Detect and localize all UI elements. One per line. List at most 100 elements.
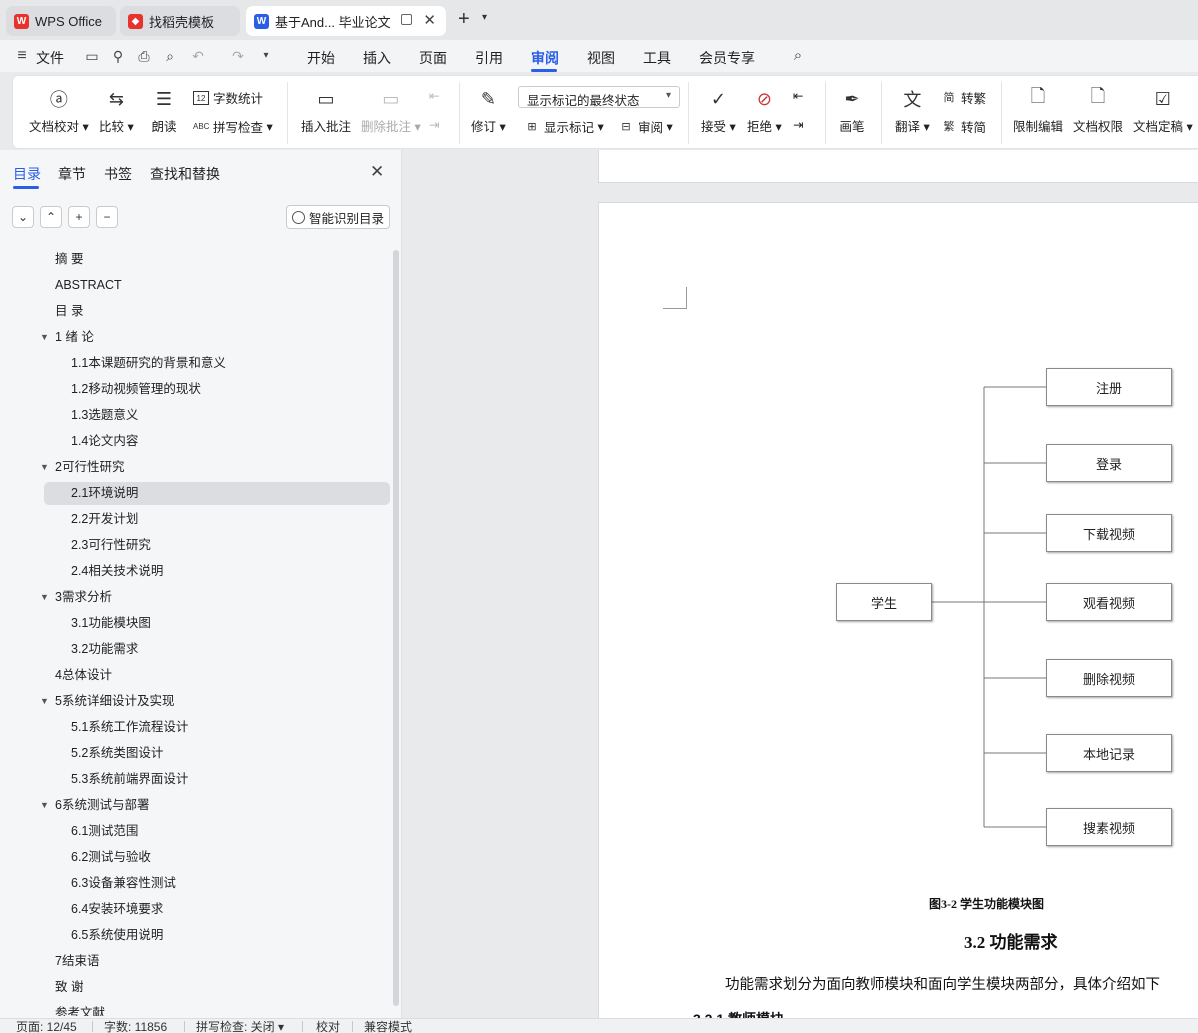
show-marks-button[interactable]: ⊞ 显示标记 ▾ — [524, 117, 603, 136]
toc-item[interactable]: 2.1环境说明 — [44, 482, 390, 505]
toc-item[interactable]: ▼ 3需求分析 — [40, 586, 390, 609]
toc-item[interactable]: 6.5系统使用说明 — [44, 924, 390, 947]
toc-item[interactable]: 3.2功能需求 — [44, 638, 390, 661]
menu-file[interactable]: 文件 — [36, 48, 64, 68]
insert-comment-button[interactable]: ▭ 插入批注 — [301, 86, 351, 135]
proofread-status[interactable]: 校对 — [316, 1020, 340, 1033]
tab-template[interactable]: ◆ 找稻壳模板 — [120, 6, 240, 36]
toc-item[interactable]: 1.4论文内容 — [44, 430, 390, 453]
tab-wps-office[interactable]: W WPS Office — [6, 6, 116, 36]
toc-item[interactable]: 7结束语 — [44, 950, 390, 973]
toc-item[interactable]: 2.3可行性研究 — [44, 534, 390, 557]
smart-toc-button[interactable]: 智能识别目录 — [286, 205, 390, 229]
toc-item[interactable]: 6.3设备兼容性测试 — [44, 872, 390, 895]
new-tab-plus-icon[interactable]: + — [458, 8, 470, 31]
print-preview-icon[interactable]: ⌕ — [162, 48, 178, 64]
to-simplified-button[interactable]: 繁 转简 — [941, 117, 987, 136]
toc-item[interactable]: 参考文献 — [44, 1002, 390, 1016]
expand-arrow-icon[interactable]: ▼ — [40, 794, 49, 817]
restrict-edit-button[interactable]: 🗋 限制编辑 — [1013, 86, 1063, 135]
collapse-up-button[interactable]: ⌃ — [40, 206, 62, 228]
toc-item[interactable]: 4总体设计 — [44, 664, 390, 687]
menu-reference[interactable]: 引用 — [475, 48, 503, 68]
print-icon[interactable]: ⎙ — [136, 48, 152, 64]
sidebar-scrollbar[interactable] — [393, 250, 399, 1006]
toc-item[interactable]: 1.3选题意义 — [44, 404, 390, 427]
doc-finalize-button[interactable]: ☑ 文档定稿 ▾ — [1133, 86, 1193, 135]
toc-item[interactable]: 摘 要 — [44, 248, 390, 271]
read-aloud-button[interactable]: ☰ 朗读 — [151, 86, 177, 135]
toc-item[interactable]: 2.2开发计划 — [44, 508, 390, 531]
toc-item[interactable]: ▼ 5系统详细设计及实现 — [40, 690, 390, 713]
menu-member[interactable]: 会员专享 — [699, 48, 755, 68]
menu-insert[interactable]: 插入 — [363, 48, 391, 68]
link-icon[interactable]: ⚲ — [110, 48, 126, 64]
prev-comment-icon[interactable]: ⇤ — [429, 88, 439, 103]
document-page[interactable]: 学生 注册 登录 下载视频 观看视频 删除视频 本地记录 搜素视频 图3-2 学生功能模块图 … — [598, 202, 1198, 1018]
close-icon[interactable]: ✕ — [370, 162, 384, 182]
expand-arrow-icon[interactable]: ▼ — [40, 586, 49, 609]
word-count-indicator[interactable]: 字数: 11856 — [104, 1020, 167, 1033]
toc-item[interactable]: 5.1系统工作流程设计 — [44, 716, 390, 739]
toc-item[interactable]: 1.2移动视频管理的现状 — [44, 378, 390, 401]
tab-find-replace[interactable]: 查找和替换 — [150, 164, 220, 184]
toc-item[interactable]: 3.1功能模块图 — [44, 612, 390, 635]
chevron-down-icon[interactable]: ▾ — [258, 48, 274, 64]
save-icon[interactable]: ▭ — [84, 48, 100, 64]
spell-check-button[interactable]: ABC 拼写检查 ▾ — [193, 117, 273, 136]
word-count-button[interactable]: 12 字数统计 — [193, 88, 263, 107]
toc-item[interactable]: ▼ 2可行性研究 — [40, 456, 390, 479]
tab-chapters[interactable]: 章节 — [58, 164, 86, 184]
remove-heading-button[interactable]: − — [96, 206, 118, 228]
tab-bookmarks[interactable]: 书签 — [104, 164, 132, 184]
toc-item[interactable]: 6.2测试与验收 — [44, 846, 390, 869]
accept-button[interactable]: ✓ 接受 ▾ — [701, 86, 736, 135]
tab-document[interactable]: W 基于And... 毕业论文 ✕ — [246, 6, 446, 36]
menu-view[interactable]: 视图 — [587, 48, 615, 68]
close-icon[interactable]: ✕ — [423, 11, 436, 29]
tab-window-icon[interactable] — [401, 14, 412, 25]
hamburger-icon[interactable]: ≡ — [14, 48, 30, 64]
toc-item[interactable]: 5.3系统前端界面设计 — [44, 768, 390, 791]
to-traditional-button[interactable]: 简 转繁 — [941, 88, 987, 107]
toc-item[interactable]: 目 录 — [44, 300, 390, 323]
page-indicator[interactable]: 页面: 12/45 — [16, 1020, 77, 1033]
menu-review[interactable]: 审阅 — [531, 48, 559, 68]
toc-item[interactable]: 5.2系统类图设计 — [44, 742, 390, 765]
tab-toc[interactable]: 目录 — [13, 164, 41, 184]
search-icon[interactable]: ⌕ — [790, 48, 806, 64]
translate-button[interactable]: 文 翻译 ▾ — [895, 86, 930, 135]
expand-arrow-icon[interactable]: ▼ — [40, 456, 49, 479]
expand-down-button[interactable]: ⌄ — [12, 206, 34, 228]
expand-arrow-icon[interactable]: ▼ — [40, 690, 49, 713]
toc-item[interactable]: 6.4安装环境要求 — [44, 898, 390, 921]
prev-revision-icon[interactable]: ⇤ — [793, 88, 803, 103]
menu-tools[interactable]: 工具 — [643, 48, 671, 68]
compare-button[interactable]: ⇆ 比较 ▾ — [99, 86, 134, 135]
review-pane-button[interactable]: ⊟ 审阅 ▾ — [618, 117, 672, 136]
toc-item[interactable]: 2.4相关技术说明 — [44, 560, 390, 583]
delete-comment-button[interactable]: ▭ 删除批注 ▾ — [361, 86, 421, 135]
menu-page[interactable]: 页面 — [419, 48, 447, 68]
undo-icon[interactable]: ↶ — [190, 48, 206, 64]
toc-item[interactable]: ▼ 1 绪 论 — [40, 326, 390, 349]
expand-arrow-icon[interactable]: ▼ — [40, 326, 49, 349]
toc-item[interactable]: ▼ 6系统测试与部署 — [40, 794, 390, 817]
toc-item[interactable]: 6.1测试范围 — [44, 820, 390, 843]
next-revision-icon[interactable]: ⇥ — [793, 117, 803, 132]
next-comment-icon[interactable]: ⇥ — [429, 117, 439, 132]
toc-item[interactable]: 1.1本课题研究的背景和意义 — [44, 352, 390, 375]
add-heading-button[interactable]: + — [68, 206, 90, 228]
reject-button[interactable]: ⊘ 拒绝 ▾ — [747, 86, 782, 135]
revise-button[interactable]: ✎ 修订 ▾ — [471, 86, 506, 135]
show-mark-state-select[interactable]: 显示标记的最终状态 ▾ — [518, 86, 680, 108]
toc-item[interactable]: ABSTRACT — [44, 274, 390, 297]
redo-icon[interactable]: ↷ — [230, 48, 246, 64]
pen-button[interactable]: ✒ 画笔 — [839, 86, 865, 135]
toc-item[interactable]: 致 谢 — [44, 976, 390, 999]
menu-start[interactable]: 开始 — [307, 48, 335, 68]
doc-permission-button[interactable]: 🗋 文档权限 — [1073, 86, 1123, 135]
doc-proofread-button[interactable]: ⓐ 文档校对 ▾ — [29, 86, 89, 135]
chevron-down-icon[interactable]: ▾ — [482, 12, 487, 23]
spell-check-status[interactable]: 拼写检查: 关闭 ▾ — [196, 1020, 284, 1033]
